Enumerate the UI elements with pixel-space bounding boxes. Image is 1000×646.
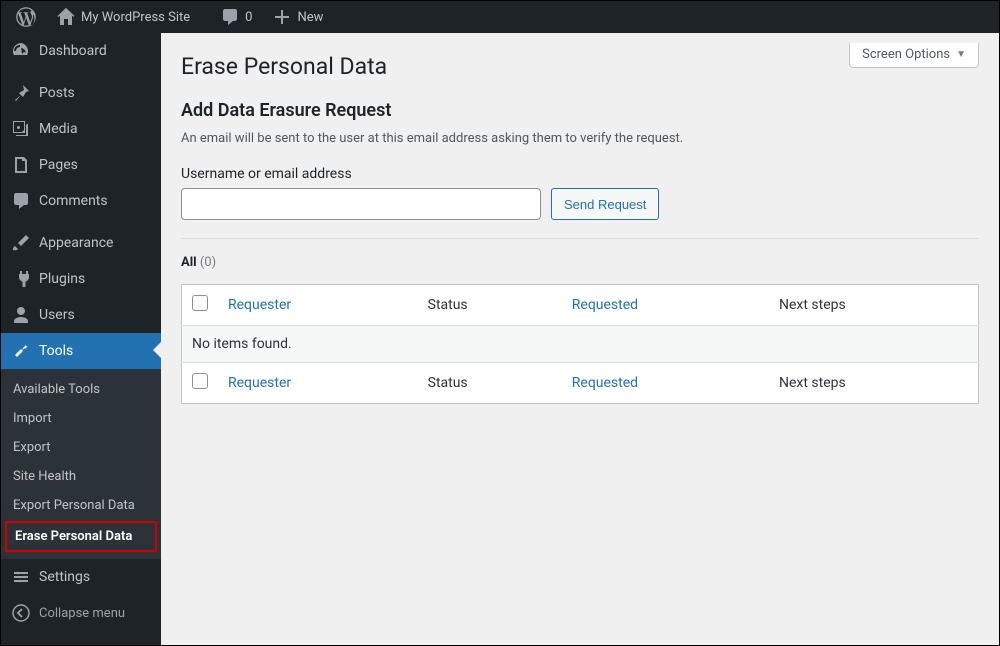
caret-down-icon: ▼ bbox=[956, 49, 966, 60]
dashboard-icon bbox=[11, 41, 31, 61]
highlight-box: Erase Personal Data bbox=[5, 521, 157, 552]
username-email-input[interactable] bbox=[181, 188, 541, 220]
sidebar-item-users[interactable]: Users bbox=[1, 297, 161, 333]
comment-icon bbox=[11, 191, 31, 211]
wrench-icon bbox=[11, 341, 31, 361]
col-requester[interactable]: Requester bbox=[228, 297, 291, 313]
brush-icon bbox=[11, 233, 31, 253]
submenu-export-personal-data[interactable]: Export Personal Data bbox=[1, 491, 161, 520]
screen-options-label: Screen Options bbox=[862, 47, 950, 62]
select-all-checkbox[interactable] bbox=[192, 295, 208, 311]
col-status: Status bbox=[418, 285, 562, 326]
sidebar-item-label: Users bbox=[39, 307, 75, 323]
home-icon bbox=[56, 7, 76, 27]
sidebar-item-label: Tools bbox=[39, 343, 73, 359]
sidebar-item-pages[interactable]: Pages bbox=[1, 147, 161, 183]
new-content-link[interactable]: New bbox=[265, 1, 330, 33]
no-items-msg: No items found. bbox=[182, 326, 979, 363]
sidebar-item-appearance[interactable]: Appearance bbox=[1, 225, 161, 261]
sidebar-item-label: Comments bbox=[39, 193, 108, 209]
sidebar-item-dashboard[interactable]: Dashboard bbox=[1, 33, 161, 69]
col-requester-bottom[interactable]: Requester bbox=[228, 375, 291, 391]
sidebar-item-media[interactable]: Media bbox=[1, 111, 161, 147]
pin-icon bbox=[11, 83, 31, 103]
page-icon bbox=[11, 155, 31, 175]
comments-count: 0 bbox=[245, 10, 252, 25]
main-content: Screen Options ▼ Erase Personal Data Add… bbox=[161, 33, 999, 645]
requests-table: Requester Status Requested Next steps No… bbox=[181, 284, 979, 404]
sidebar-item-label: Media bbox=[39, 121, 78, 137]
send-request-button[interactable]: Send Request bbox=[551, 188, 659, 220]
col-next-steps-bottom: Next steps bbox=[769, 363, 979, 404]
comment-icon bbox=[220, 7, 240, 27]
sidebar-item-label: Dashboard bbox=[39, 43, 107, 59]
sliders-icon bbox=[11, 567, 31, 587]
media-icon bbox=[11, 119, 31, 139]
sidebar-item-tools[interactable]: Tools bbox=[1, 333, 161, 369]
submenu-site-health[interactable]: Site Health bbox=[1, 462, 161, 491]
col-requested[interactable]: Requested bbox=[572, 297, 638, 313]
user-icon bbox=[11, 305, 31, 325]
site-name-text: My WordPress Site bbox=[81, 10, 190, 25]
sidebar-item-label: Plugins bbox=[39, 271, 85, 287]
sidebar-item-comments[interactable]: Comments bbox=[1, 183, 161, 219]
admin-sidebar: Dashboard Posts Media Pages Comments App… bbox=[1, 33, 161, 645]
new-label: New bbox=[297, 10, 323, 25]
divider bbox=[181, 238, 979, 239]
wordpress-icon bbox=[16, 7, 36, 27]
sidebar-item-label: Pages bbox=[39, 157, 78, 173]
sidebar-item-label: Posts bbox=[39, 85, 75, 101]
pointer-icon bbox=[153, 342, 161, 358]
submenu-available-tools[interactable]: Available Tools bbox=[1, 375, 161, 404]
site-name-link[interactable]: My WordPress Site bbox=[49, 1, 197, 33]
filter-all[interactable]: All bbox=[181, 255, 197, 270]
select-all-checkbox-bottom[interactable] bbox=[192, 373, 208, 389]
sidebar-item-label: Appearance bbox=[39, 235, 113, 251]
comments-link[interactable]: 0 bbox=[213, 1, 259, 33]
section-description: An email will be sent to the user at thi… bbox=[181, 131, 979, 146]
sidebar-item-settings[interactable]: Settings bbox=[1, 559, 161, 595]
collapse-label: Collapse menu bbox=[39, 606, 125, 621]
col-requested-bottom[interactable]: Requested bbox=[572, 375, 638, 391]
admin-toolbar: My WordPress Site 0 New bbox=[1, 1, 999, 33]
screen-options-button[interactable]: Screen Options ▼ bbox=[849, 43, 979, 68]
submenu-export[interactable]: Export bbox=[1, 433, 161, 462]
col-status-bottom: Status bbox=[418, 363, 562, 404]
username-email-label: Username or email address bbox=[181, 166, 979, 182]
section-heading: Add Data Erasure Request bbox=[181, 100, 979, 121]
filter-count: (0) bbox=[200, 255, 216, 270]
tools-submenu: Available Tools Import Export Site Healt… bbox=[1, 369, 161, 559]
submenu-import[interactable]: Import bbox=[1, 404, 161, 433]
col-next-steps: Next steps bbox=[769, 285, 979, 326]
sidebar-item-plugins[interactable]: Plugins bbox=[1, 261, 161, 297]
plus-icon bbox=[272, 7, 292, 27]
submenu-erase-personal-data[interactable]: Erase Personal Data bbox=[15, 527, 147, 546]
collapse-menu-button[interactable]: Collapse menu bbox=[1, 595, 161, 631]
collapse-icon bbox=[11, 603, 31, 623]
sidebar-item-label: Settings bbox=[39, 569, 90, 585]
plug-icon bbox=[11, 269, 31, 289]
wp-logo[interactable] bbox=[9, 1, 43, 33]
sidebar-item-posts[interactable]: Posts bbox=[1, 75, 161, 111]
filter-links: All (0) bbox=[181, 255, 979, 270]
